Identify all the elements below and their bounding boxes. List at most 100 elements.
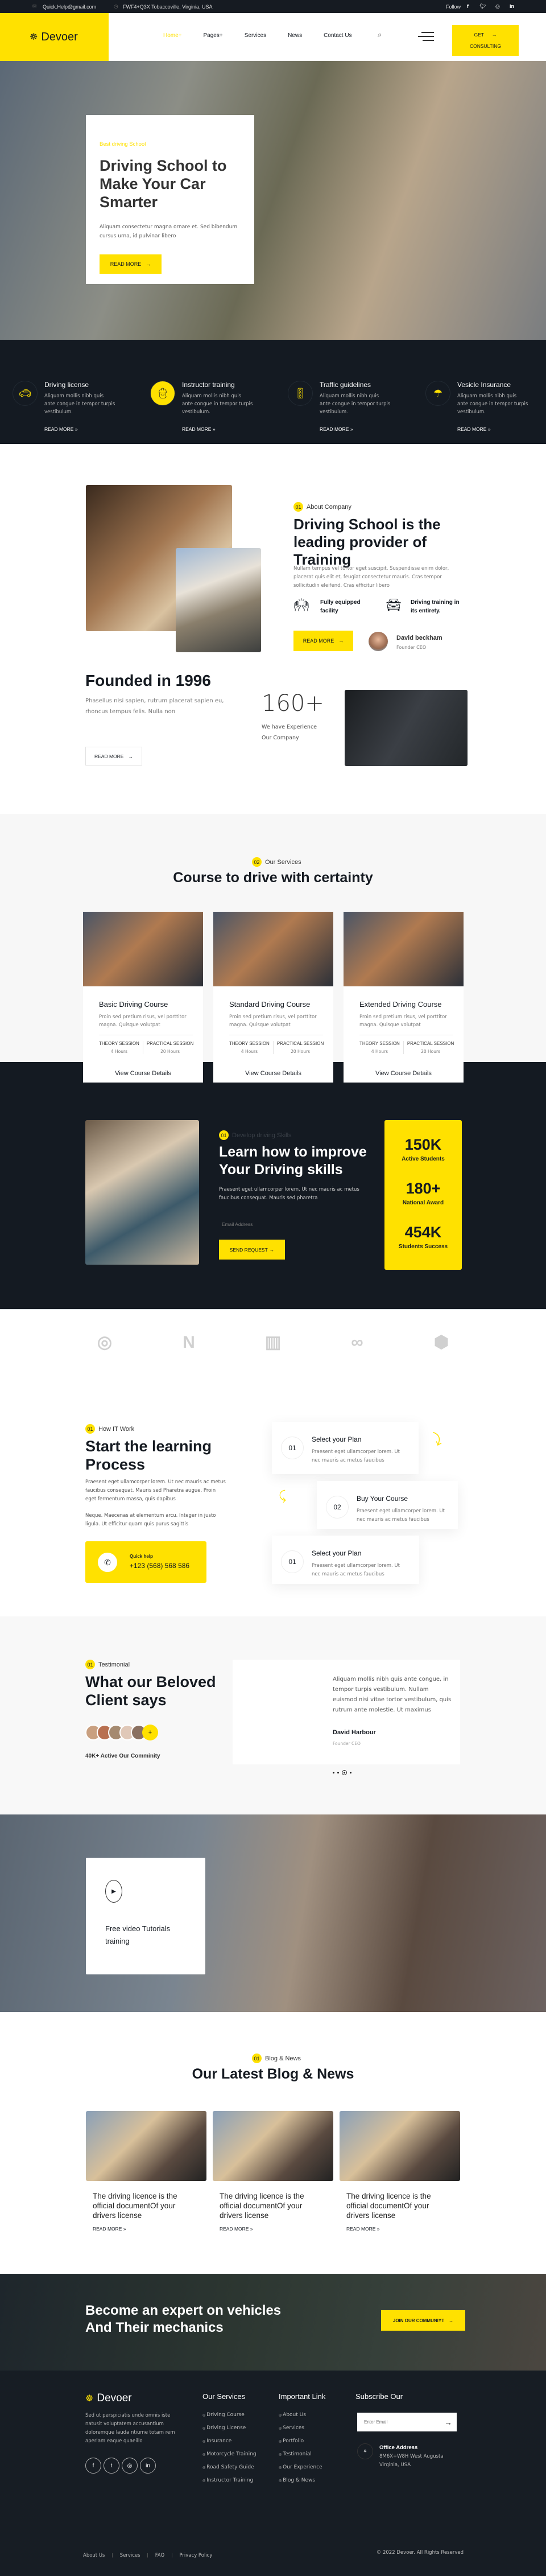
view-course-details-link[interactable]: View Course Details — [213, 1070, 333, 1077]
feature-read-more-link[interactable]: READ MORE » — [182, 426, 253, 432]
cta-line1: GET — [474, 32, 484, 38]
twitter-icon[interactable]: t — [104, 2458, 119, 2474]
car-training-icon: 🚘︎ — [386, 598, 402, 612]
email-input[interactable] — [219, 1216, 350, 1233]
hero-read-more-button[interactable]: READ MORE → — [100, 254, 162, 274]
arrow-right-icon: → — [269, 1246, 275, 1253]
slider-dot-active[interactable] — [342, 1770, 347, 1775]
arrow-right-icon[interactable]: → — [444, 2418, 457, 2427]
instagram-icon[interactable]: ◎ — [495, 3, 500, 10]
slider-dot[interactable] — [333, 1772, 334, 1773]
testimonial-badge: 01 Testimonial — [85, 1660, 130, 1669]
feature-read-more-link[interactable]: READ MORE » — [320, 426, 391, 432]
feature-text: Aliquam mollis nibh quis ante congue in … — [320, 393, 391, 415]
feature-read-more-link[interactable]: READ MORE » — [457, 426, 528, 432]
feature-title: Instructor training — [182, 381, 235, 389]
logo[interactable]: ☸ Devoer — [0, 13, 109, 61]
arrow-right-icon: → — [146, 261, 151, 267]
footer-important-link[interactable]: Testimonial — [279, 2451, 325, 2457]
view-course-details-link[interactable]: View Course Details — [344, 1070, 464, 1077]
video-title: Free video Tutorials training — [105, 1924, 171, 1945]
cta-line2: CONSULTING — [469, 43, 502, 49]
footer-important-link[interactable]: Blog & News — [279, 2478, 325, 2483]
nav-contact[interactable]: Contact Us — [324, 32, 351, 39]
bottom-link-services[interactable]: Services — [120, 2553, 140, 2558]
nav-pages[interactable]: Pages+ — [204, 32, 223, 39]
blog-image — [86, 2111, 206, 2181]
blog-post[interactable]: The driving licence is the official docu… — [86, 2111, 206, 2232]
partner-logo-loop-icon: ◎ — [97, 1333, 113, 1352]
nav-services[interactable]: Services — [245, 32, 266, 39]
quick-help-phone[interactable]: +123 (568) 568 586 — [130, 1562, 189, 1570]
footer-important-link[interactable]: About Us — [279, 2412, 325, 2418]
add-avatar-button[interactable]: + — [142, 1725, 158, 1740]
twitter-icon[interactable]: 🐦︎ — [479, 3, 486, 10]
arrow-right-icon: → — [338, 638, 344, 644]
about-read-more-button[interactable]: READ MORE → — [293, 631, 353, 651]
search-icon[interactable]: ⌕ — [378, 30, 382, 39]
course-image — [213, 912, 333, 986]
blog-read-more-link[interactable]: READ MORE » — [93, 2226, 206, 2232]
logo-text: Devoer — [41, 30, 78, 43]
hands-facility-icon: 🙌︎ — [293, 598, 309, 612]
blog-section: 01 Blog & News Our Latest Blog & News The… — [0, 2012, 546, 2274]
footer-service-link[interactable]: Road Safety Guide — [202, 2464, 257, 2470]
blog-post[interactable]: The driving licence is the official docu… — [340, 2111, 460, 2232]
feature-text: Aliquam mollis nibh quis ante congue in … — [457, 393, 528, 415]
top-bar: ✉ Quick.Help@gmail.com ◷ FWF4+Q3X Tobacc… — [0, 0, 546, 13]
view-course-details-link[interactable]: View Course Details — [83, 1070, 203, 1077]
bottom-link-about[interactable]: About Us — [83, 2553, 105, 2558]
facebook-icon[interactable]: f — [85, 2458, 101, 2474]
nav-home[interactable]: Home+ — [163, 32, 182, 39]
practical-session: PRACTICAL SESSION 20 Hours — [272, 1041, 327, 1054]
get-consulting-button[interactable]: GET → CONSULTING — [452, 25, 519, 56]
bottom-link-privacy[interactable]: Privacy Policy — [179, 2553, 212, 2558]
hero-card: Best driving School Driving School to Ma… — [86, 115, 254, 284]
course-title: Extended Driving Course — [359, 1000, 442, 1009]
footer-important-link[interactable]: Our Experience — [279, 2464, 325, 2470]
course-text: Proin sed pretium risus, vel porttitor m… — [99, 1014, 187, 1028]
stat-item: 454K Students Success — [398, 1224, 448, 1250]
quick-help-box[interactable]: ✆ Quick help +123 (568) 568 586 — [85, 1541, 206, 1583]
blog-post-title[interactable]: The driving licence is the official docu… — [93, 2191, 200, 2220]
footer-service-link[interactable]: Instructor Training — [202, 2478, 257, 2483]
cta-banner: Become an expert on vehicles And Their m… — [0, 2274, 546, 2371]
subscribe-email-input[interactable] — [357, 2419, 444, 2425]
blog-read-more-link[interactable]: READ MORE » — [220, 2226, 333, 2232]
footer-service-link[interactable]: Insurance — [202, 2438, 257, 2444]
bottom-link-faq[interactable]: FAQ — [155, 2553, 164, 2558]
send-request-button[interactable]: SEND REQUEST → — [219, 1240, 285, 1260]
slider-dot[interactable] — [337, 1772, 339, 1773]
footer-service-link[interactable]: Driving Course — [202, 2412, 257, 2418]
slider-dot[interactable] — [350, 1772, 351, 1773]
play-button[interactable]: ▶ — [105, 1880, 122, 1903]
join-community-button[interactable]: JOIN OUR COMMUNIYT → — [381, 2310, 465, 2331]
linkedin-icon[interactable]: in — [510, 3, 514, 9]
blog-read-more-link[interactable]: READ MORE » — [346, 2226, 460, 2232]
about-text: Nullam tempus vel tortor eget suscipit. … — [293, 566, 449, 589]
features-band: 🚗︎ Driving license Aliquam mollis nibh q… — [0, 340, 546, 444]
blog-post[interactable]: The driving licence is the official docu… — [213, 2111, 333, 2232]
arrow-right-icon: → — [449, 2318, 454, 2323]
instructor-icon: 👷︎ — [150, 381, 175, 406]
linkedin-icon[interactable]: in — [140, 2458, 156, 2474]
footer-service-link[interactable]: Driving License — [202, 2425, 257, 2431]
nav-news[interactable]: News — [288, 32, 302, 39]
blog-post-title[interactable]: The driving licence is the official docu… — [346, 2191, 453, 2220]
stats-box: 150K Active Students 180+ National Award… — [384, 1120, 462, 1270]
footer-important-link[interactable]: Portfolio — [279, 2438, 325, 2444]
curved-arrow-down-icon: ⤹ — [279, 1488, 287, 1503]
founded-read-more-button[interactable]: READ MORE → — [85, 747, 142, 766]
blog-post-title[interactable]: The driving licence is the official docu… — [220, 2191, 326, 2220]
founded-image — [345, 690, 468, 766]
footer-important-link[interactable]: Services — [279, 2425, 325, 2431]
menu-icon[interactable] — [418, 32, 434, 41]
facebook-icon[interactable]: f — [467, 3, 469, 9]
instagram-icon[interactable]: ◎ — [122, 2458, 138, 2474]
feature-read-more-link[interactable]: READ MORE » — [44, 426, 115, 432]
quick-help-label: Quick help — [130, 1554, 153, 1559]
footer-service-link[interactable]: Motorcycle Training — [202, 2451, 256, 2457]
contact-email[interactable]: Quick.Help@gmail.com — [43, 4, 96, 10]
footer-logo[interactable]: ☸ Devoer — [85, 2392, 132, 2405]
founder-name: David beckham — [396, 635, 442, 641]
